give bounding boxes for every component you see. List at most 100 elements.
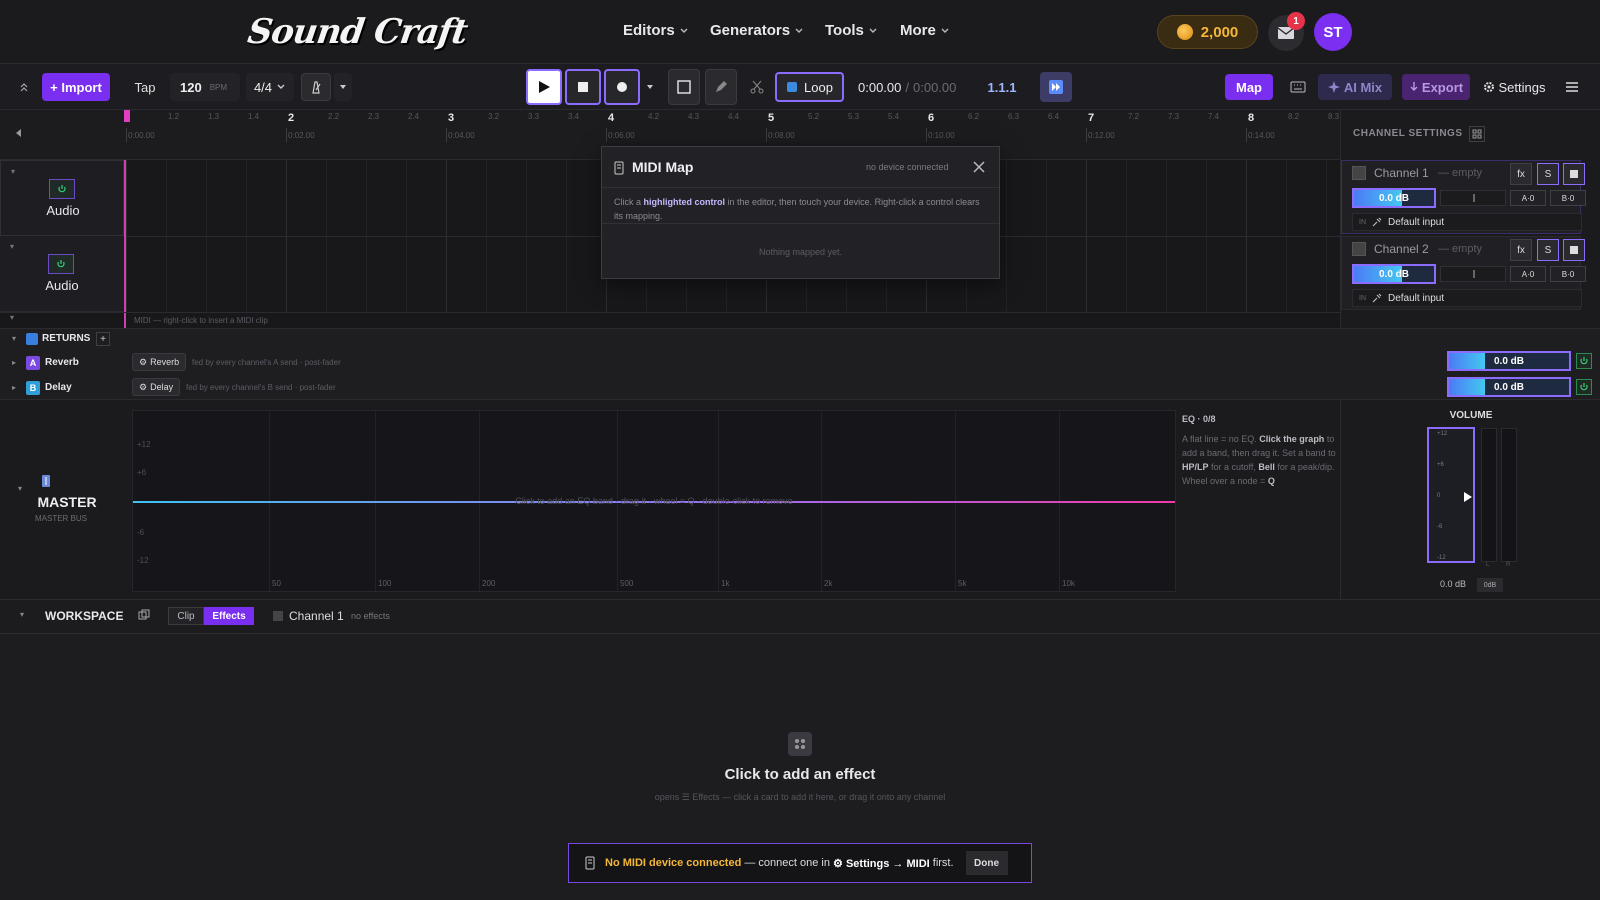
channel-mute-button[interactable]: [1563, 163, 1585, 185]
bpm-field[interactable]: 120 BPM: [170, 73, 240, 101]
metronome-button[interactable]: [301, 73, 331, 101]
toast-middle: — connect one in: [741, 857, 834, 869]
toast-done-button[interactable]: Done: [965, 851, 1008, 875]
add-effect-title[interactable]: Click to add an effect: [0, 766, 1600, 783]
ruler-beat-label: 1.2: [168, 112, 180, 121]
channel-solo-button[interactable]: S: [1537, 163, 1559, 185]
menu-editors[interactable]: Editors: [623, 22, 689, 39]
return-expand-icon[interactable]: ▸: [12, 358, 16, 367]
ruler-bar-tick: [1086, 128, 1087, 142]
channel-solo-button[interactable]: S: [1537, 239, 1559, 261]
fader-handle-icon[interactable]: [1463, 491, 1473, 503]
channel-fx-button[interactable]: fx: [1510, 163, 1532, 185]
midi-map-button[interactable]: Map: [1225, 74, 1273, 100]
returns-collapse-icon[interactable]: ▾: [12, 334, 16, 343]
channel-pan-slider[interactable]: [1440, 190, 1506, 206]
menu-tools[interactable]: Tools: [825, 22, 878, 39]
collapse-left-icon[interactable]: [14, 128, 24, 138]
loop-label: Loop: [804, 79, 833, 95]
toast-warning: No MIDI device connected: [605, 857, 742, 869]
channel-input-select[interactable]: IN Default input: [1352, 289, 1582, 307]
ruler-bar-number: 3: [448, 112, 455, 124]
eq-note-8: Q: [1267, 476, 1275, 486]
tab-clip[interactable]: Clip: [168, 607, 204, 625]
collapse-button[interactable]: [16, 73, 32, 101]
returns-section: ▾ RETURNS + ▸ A Reverb ⚙ Reverb fed by e…: [0, 328, 1600, 400]
popout-icon[interactable]: [138, 609, 150, 621]
playhead-marker[interactable]: [124, 110, 130, 122]
reset-zero-db-button[interactable]: 0dB: [1477, 578, 1503, 592]
return-effect-chip[interactable]: ⚙ Delay: [132, 378, 181, 396]
record-options-button[interactable]: [643, 73, 657, 101]
import-button[interactable]: + Import: [42, 73, 110, 101]
record-button[interactable]: [604, 69, 640, 105]
menu-more[interactable]: More: [900, 22, 950, 39]
add-effect-icon[interactable]: [788, 732, 812, 756]
follow-playhead-button[interactable]: [1040, 72, 1072, 102]
tap-tempo-button[interactable]: Tap: [130, 73, 160, 101]
channel-input-select[interactable]: IN Default input: [1352, 213, 1582, 231]
channel-pan-slider[interactable]: [1440, 266, 1506, 282]
pencil-tool-button[interactable]: [705, 69, 737, 105]
send-b-button[interactable]: B·0: [1550, 190, 1586, 206]
workspace-collapse-icon[interactable]: ▾: [20, 610, 24, 619]
return-power-toggle[interactable]: [1576, 379, 1592, 395]
track-power-toggle[interactable]: [49, 179, 75, 199]
return-effect-chip[interactable]: ⚙ Reverb: [132, 353, 187, 371]
send-b-button[interactable]: B·0: [1550, 266, 1586, 282]
channel-name[interactable]: Channel 2: [1374, 242, 1429, 256]
settings-button[interactable]: Settings: [1482, 73, 1546, 101]
hamburger-menu-button[interactable]: [1562, 73, 1582, 101]
eq-graph[interactable]: +12 +6 -6 -12 50 100 200 500 1k 2k 5k 10k Click to …: [132, 410, 1176, 592]
midi-map-title: MIDI Map: [632, 159, 694, 175]
user-avatar[interactable]: ST: [1314, 13, 1352, 51]
metronome-options-button[interactable]: [334, 73, 352, 101]
send-a-button[interactable]: A·0: [1510, 266, 1546, 282]
track-collapse-icon[interactable]: ▾: [11, 167, 15, 176]
channel-color-swatch[interactable]: [1352, 242, 1366, 256]
channel-settings-grid-button[interactable]: [1469, 126, 1485, 142]
midi-lane[interactable]: ▾ MIDI — right-click to insert a MIDI cl…: [0, 312, 1340, 328]
channel-volume-meter[interactable]: 0.0 dB: [1352, 188, 1436, 208]
channel-color-swatch[interactable]: [1352, 166, 1366, 180]
eq-info-panel: EQ · 0/8 A flat line = no EQ. Click the …: [1182, 412, 1337, 488]
time-display: 0:00.00 / 0:00.00: [858, 73, 958, 101]
master-volume-panel: VOLUME +12 +6 0 -6 -12 L R 0.0 dB 0dB: [1340, 400, 1600, 600]
add-return-button[interactable]: +: [96, 332, 110, 346]
lane-collapse-icon[interactable]: ▾: [10, 313, 14, 322]
master-volume-fader[interactable]: +12 +6 0 -6 -12: [1427, 427, 1475, 563]
track-collapse-icon[interactable]: ▾: [10, 242, 14, 251]
channel-mute-button[interactable]: [1563, 239, 1585, 261]
return-expand-icon[interactable]: ▸: [12, 383, 16, 392]
return-volume-meter[interactable]: 0.0 dB: [1447, 351, 1571, 371]
close-icon[interactable]: [972, 160, 986, 174]
track-header-2[interactable]: ▾ Audio: [0, 236, 124, 312]
return-volume-meter[interactable]: 0.0 dB: [1447, 377, 1571, 397]
master-title: MASTER: [37, 494, 97, 510]
stop-button[interactable]: [565, 69, 601, 105]
channel-fx-button[interactable]: fx: [1510, 239, 1532, 261]
channel-name[interactable]: Channel 1: [1374, 166, 1429, 180]
export-button[interactable]: Export: [1402, 74, 1470, 100]
tab-effects[interactable]: Effects: [204, 607, 254, 625]
ai-mix-button[interactable]: AI Mix: [1318, 74, 1392, 100]
channel-volume-meter[interactable]: 0.0 dB: [1352, 264, 1436, 284]
input-value: Default input: [1388, 292, 1445, 304]
play-button[interactable]: [526, 69, 562, 105]
master-collapse-icon[interactable]: ▾: [18, 484, 22, 493]
loop-button[interactable]: Loop: [775, 72, 844, 102]
return-power-toggle[interactable]: [1576, 353, 1592, 369]
app-logo[interactable]: Sound Craft: [245, 12, 469, 52]
menu-generators[interactable]: Generators: [710, 22, 804, 39]
track-header-1[interactable]: ▾ Audio: [0, 160, 124, 236]
time-signature-select[interactable]: 4/4: [246, 73, 294, 101]
track-power-toggle[interactable]: [48, 254, 74, 274]
split-tool-button[interactable]: [747, 73, 767, 101]
ruler-bar-number: 5: [768, 112, 775, 124]
coin-balance[interactable]: 2,000: [1157, 15, 1258, 49]
toast-settings-link[interactable]: ⚙ Settings → MIDI: [833, 857, 930, 870]
send-a-button[interactable]: A·0: [1510, 190, 1546, 206]
select-tool-button[interactable]: [668, 69, 700, 105]
keyboard-button[interactable]: [1284, 73, 1312, 101]
channel-settings-title: CHANNEL SETTINGS: [1353, 128, 1463, 139]
